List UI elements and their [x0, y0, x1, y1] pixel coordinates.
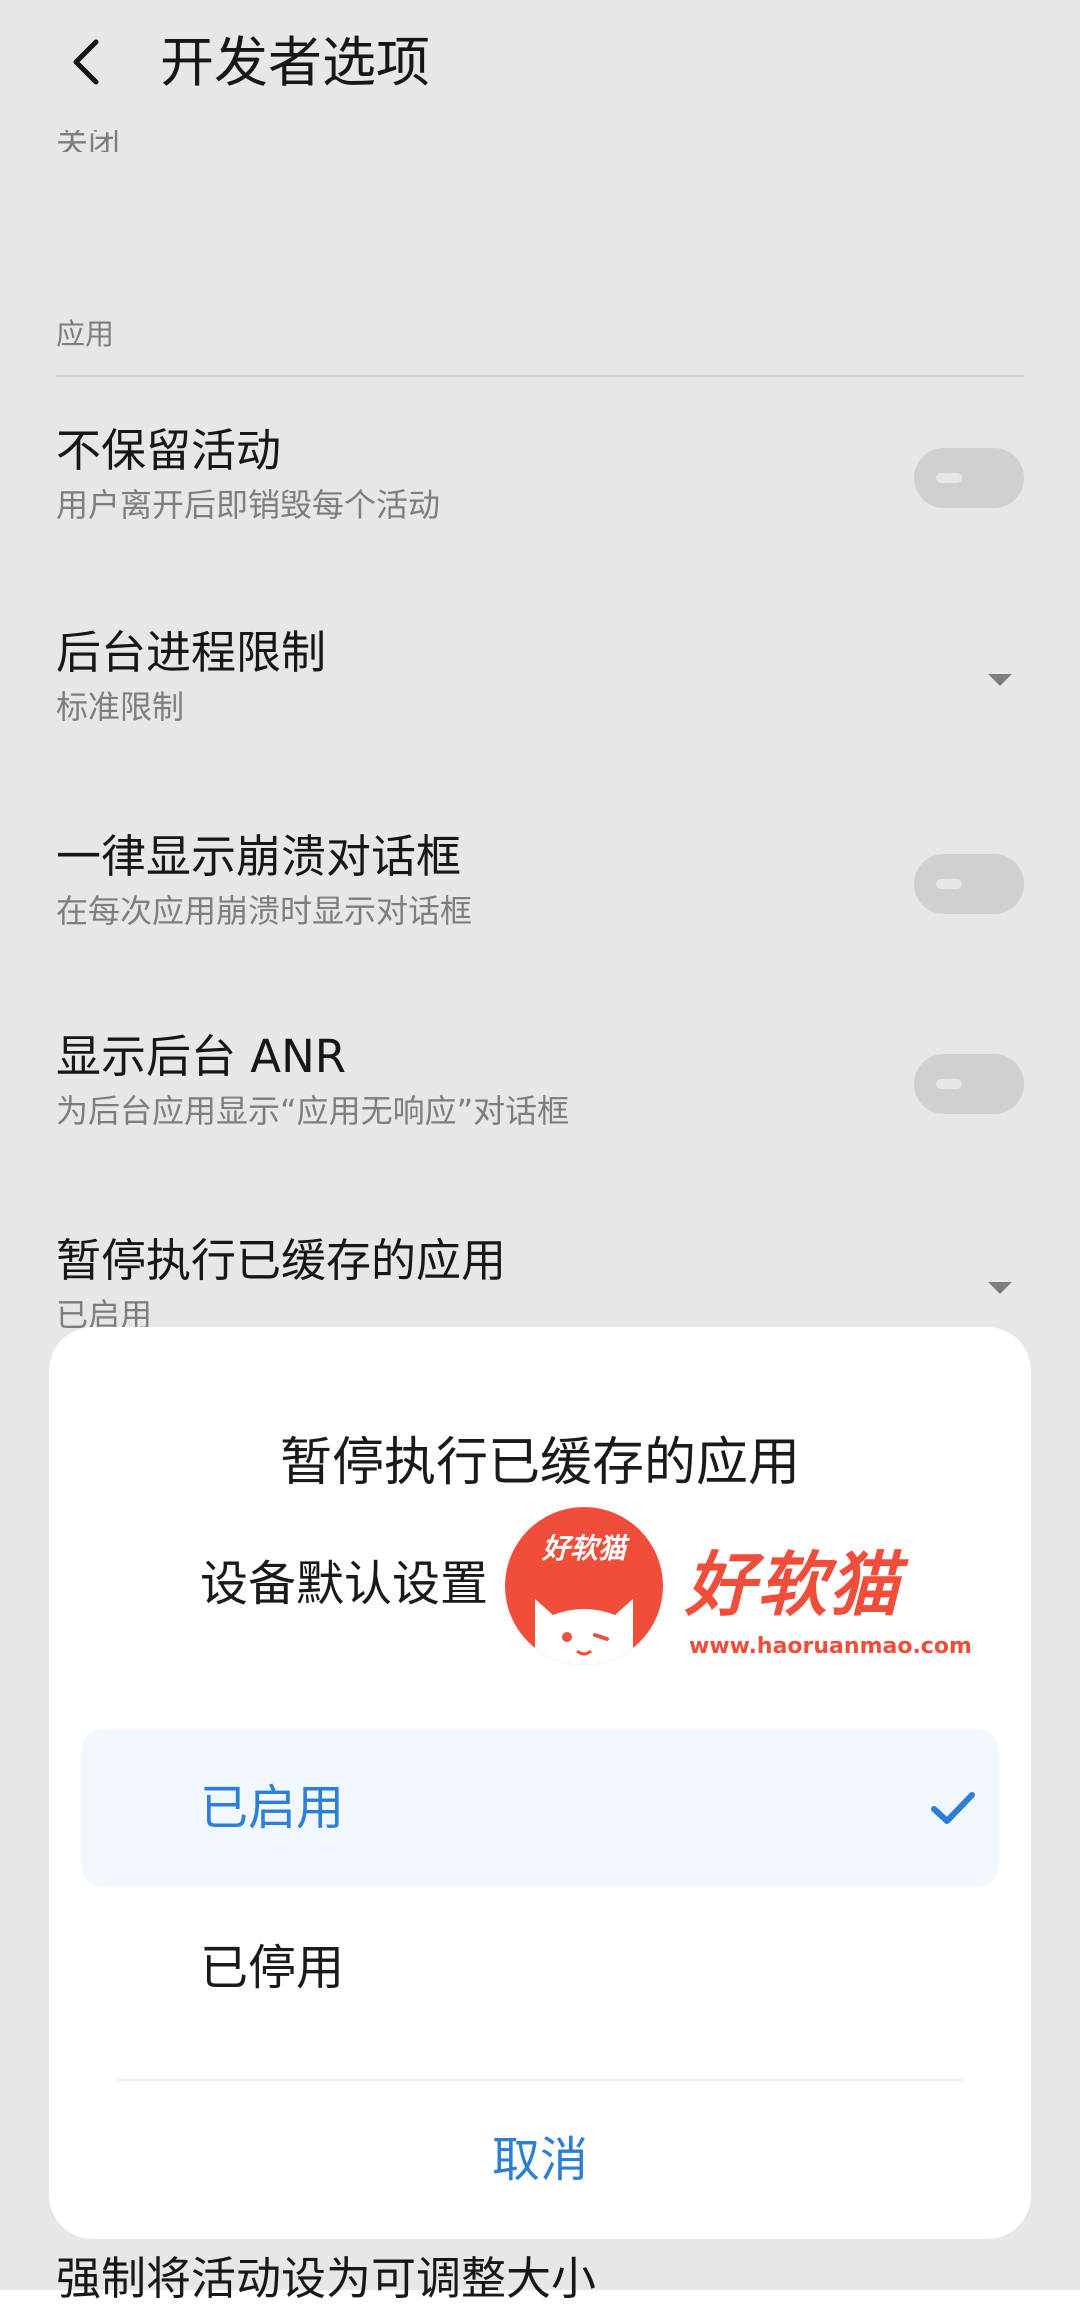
cancel-button[interactable]: 取消	[49, 2081, 1031, 2239]
option-label: 已启用	[200, 1780, 345, 1836]
dialog-title: 暂停执行已缓存的应用	[279, 1433, 800, 1493]
watermark-url: www.haoruanmao.com	[689, 1634, 972, 1659]
option-label: 已停用	[200, 1940, 345, 1996]
option-enabled[interactable]: 已启用	[82, 1729, 998, 1887]
watermark-brand: 好软猫	[685, 1544, 901, 1626]
check-icon	[931, 1792, 975, 1824]
watermark-logo: 好软猫 好软猫 www.haoruanmao.com	[505, 1505, 975, 1665]
options-dialog: 暂停执行已缓存的应用 设备默认设置 已启用 已停用 取消	[49, 1327, 1031, 2239]
option-label: 设备默认设置	[200, 1556, 489, 1612]
watermark-circle-text: 好软猫	[541, 1532, 626, 1565]
watermark-circle: 好软猫	[505, 1507, 663, 1665]
cancel-label: 取消	[491, 2132, 588, 2188]
option-disabled[interactable]: 已停用	[82, 1889, 998, 2047]
cat-icon	[535, 1599, 633, 1665]
